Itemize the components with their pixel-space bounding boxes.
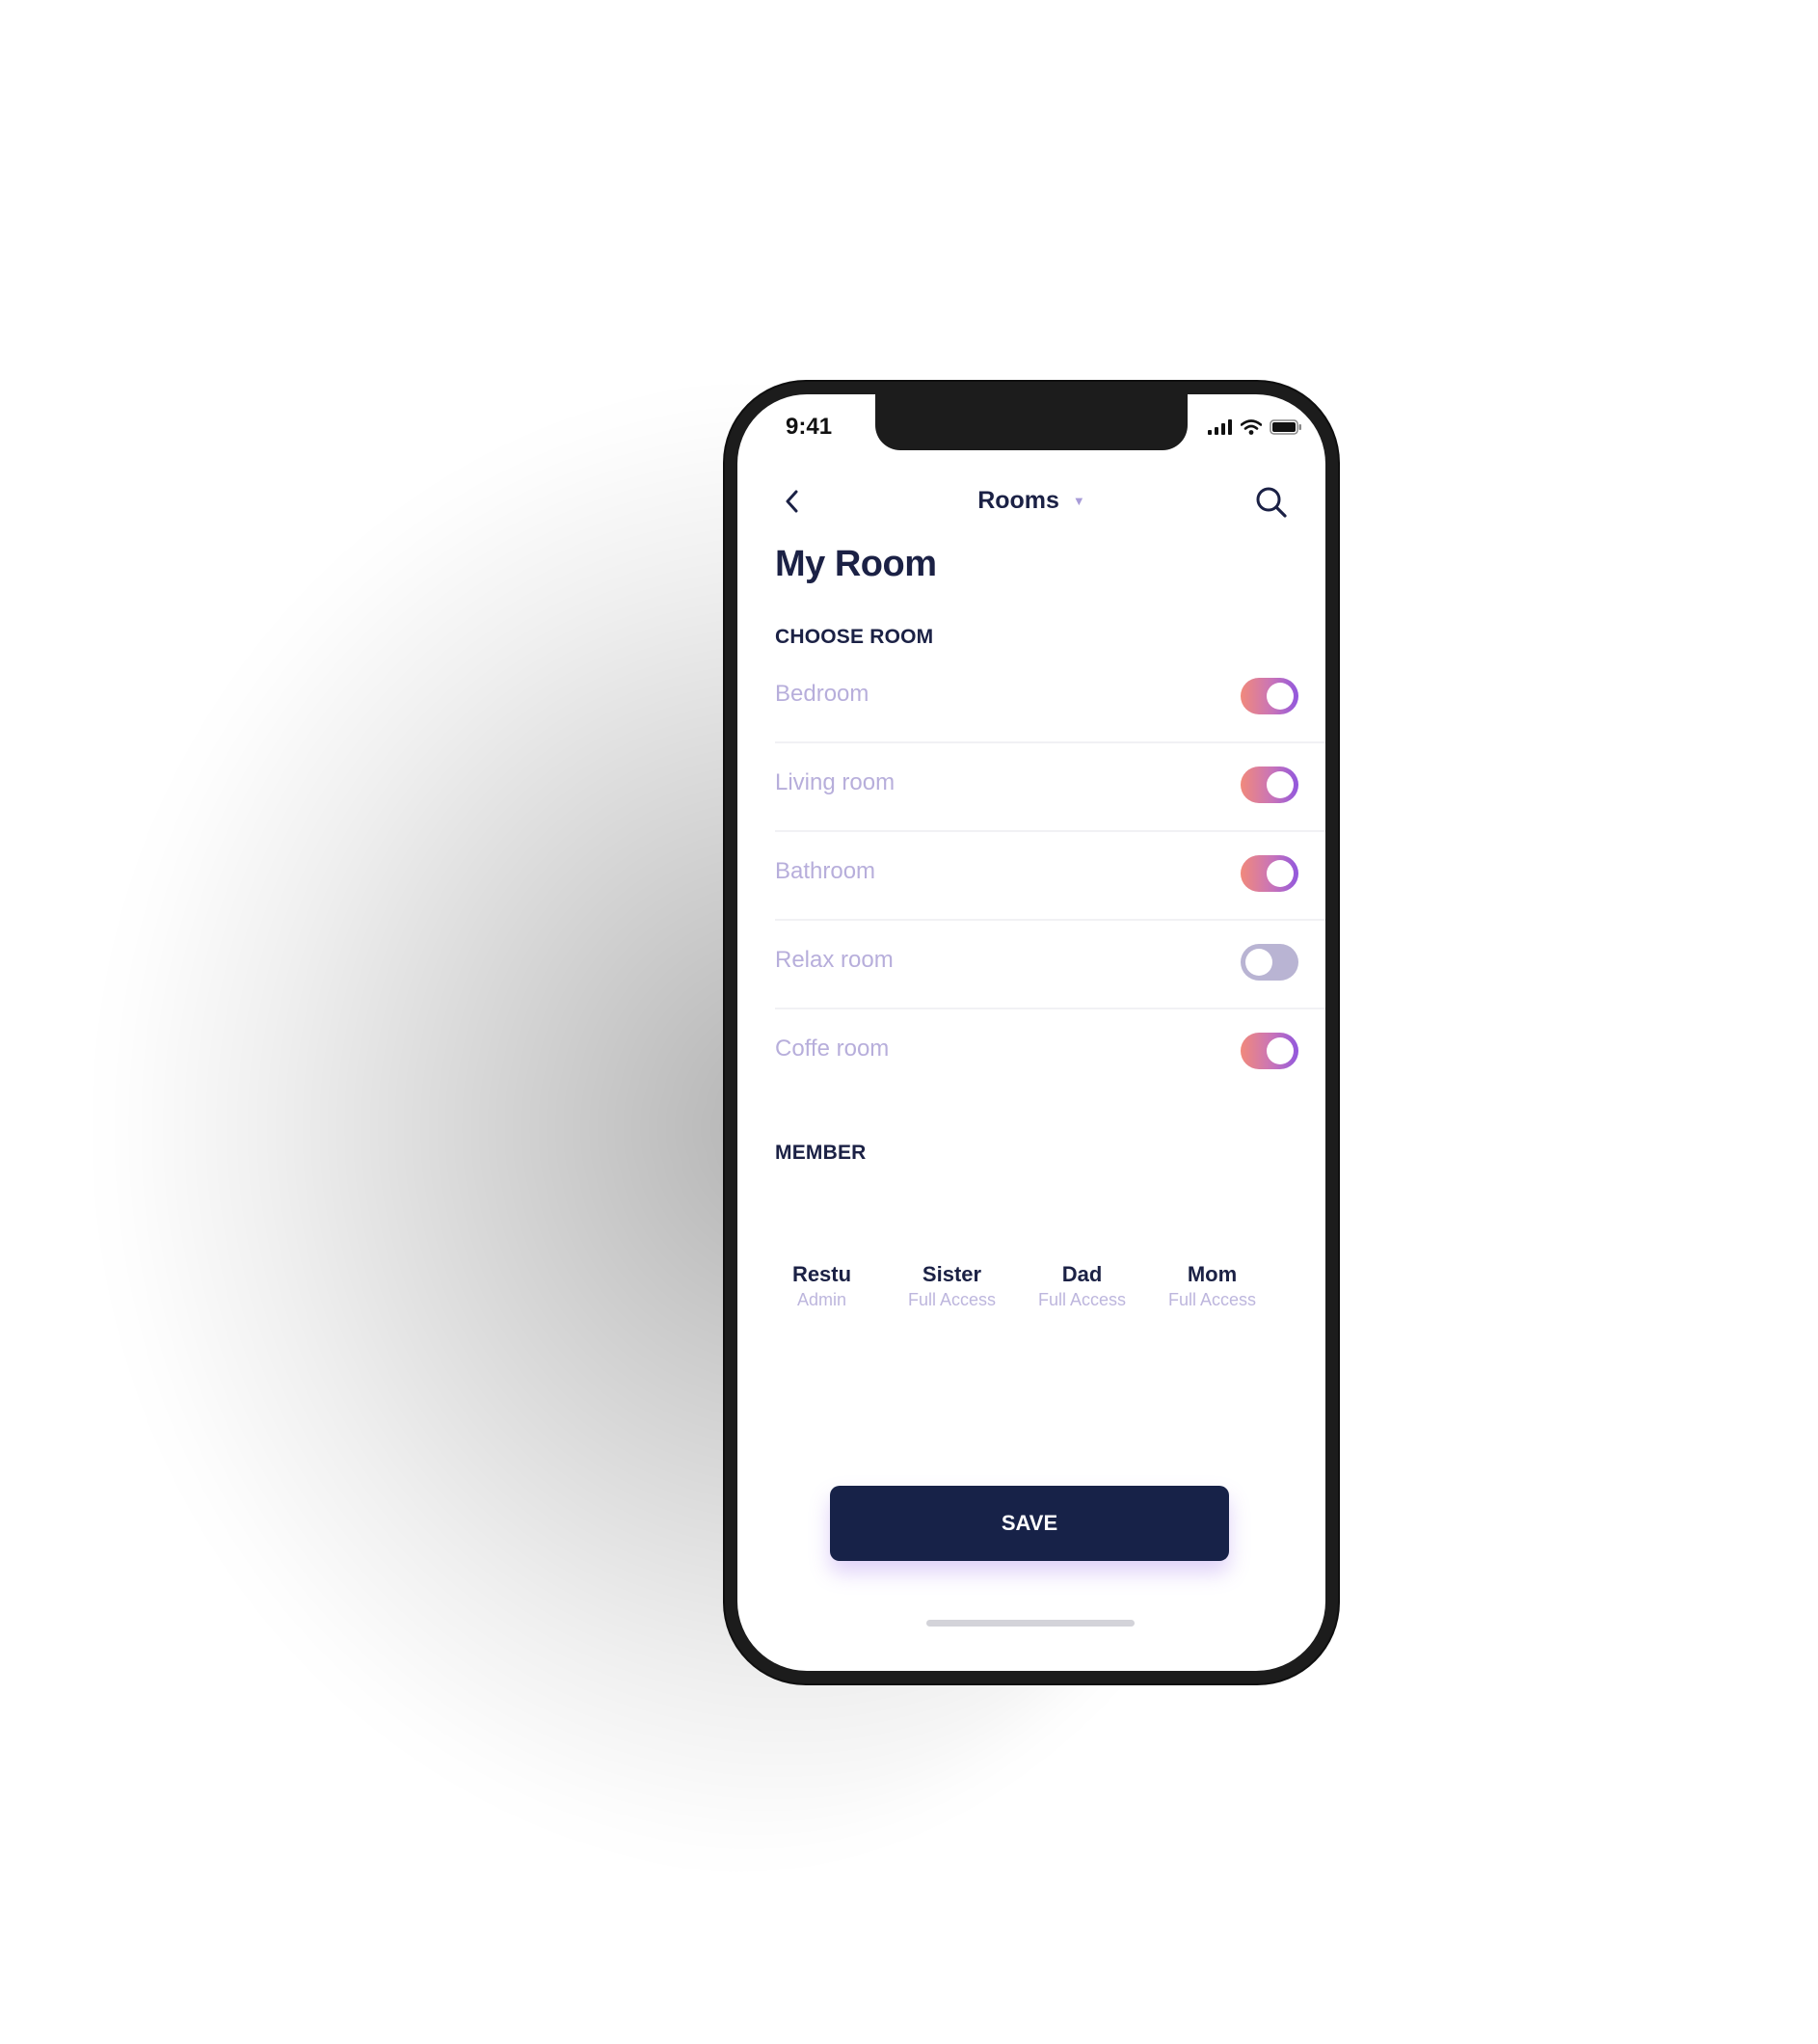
- status-time: 9:41: [786, 414, 833, 440]
- top-nav: Rooms ▼: [737, 475, 1325, 529]
- room-toggle[interactable]: [1241, 766, 1298, 803]
- member-item[interactable]: Restu Admin: [757, 1262, 887, 1310]
- member-role: Full Access: [1167, 1290, 1257, 1309]
- search-button[interactable]: [1252, 483, 1291, 522]
- member-name: Mom: [1187, 1262, 1238, 1286]
- room-label: Relax room: [775, 947, 894, 973]
- toggle-knob: [1267, 860, 1294, 887]
- room-toggle[interactable]: [1241, 1033, 1298, 1069]
- member-item[interactable]: Dad Full Access: [1017, 1262, 1147, 1310]
- room-label: Living room: [775, 769, 896, 795]
- room-row: Relax room: [775, 921, 1325, 1009]
- mockup-stage: 9:41 Rooms ▼ My Room CHOOSE ROOM Bedroom…: [0, 0, 1818, 2044]
- room-row: Living room: [775, 743, 1325, 832]
- battery-icon: [1270, 419, 1301, 435]
- signal-icon: [1208, 419, 1232, 435]
- member-heading: MEMBER: [775, 1142, 867, 1164]
- member-list: Restu Admin Sister Full Access Dad Full Acces…: [757, 1262, 1277, 1310]
- room-row: Coffe room: [775, 1009, 1325, 1096]
- rooms-dropdown-label: Rooms: [977, 487, 1059, 514]
- phone-screen: 9:41 Rooms ▼ My Room CHOOSE ROOM Bedroom…: [737, 394, 1325, 1671]
- page-title: My Room: [775, 544, 937, 584]
- member-role: Admin: [796, 1290, 847, 1309]
- member-name: Restu: [791, 1262, 852, 1286]
- room-label: Bathroom: [775, 858, 876, 884]
- phone-notch: [875, 394, 1188, 450]
- toggle-knob: [1267, 683, 1294, 710]
- wifi-icon: [1241, 419, 1262, 435]
- room-toggle[interactable]: [1241, 855, 1298, 892]
- room-row: Bedroom: [775, 655, 1325, 743]
- room-row: Bathroom: [775, 832, 1325, 921]
- search-icon: [1256, 487, 1287, 518]
- choose-room-heading: CHOOSE ROOM: [775, 626, 934, 648]
- room-toggle[interactable]: [1241, 944, 1298, 981]
- toggle-knob: [1267, 771, 1294, 798]
- phone-frame: 9:41 Rooms ▼ My Room CHOOSE ROOM Bedroom…: [725, 382, 1338, 1683]
- status-icons: [1208, 419, 1302, 435]
- member-role: Full Access: [907, 1290, 997, 1309]
- toggle-knob: [1245, 949, 1272, 976]
- dropdown-caret-icon: ▼: [1072, 494, 1085, 508]
- member-name: Dad: [1061, 1262, 1103, 1286]
- toggle-knob: [1267, 1037, 1294, 1064]
- member-name: Sister: [922, 1262, 982, 1286]
- member-item[interactable]: Sister Full Access: [887, 1262, 1017, 1310]
- save-button[interactable]: SAVE: [830, 1486, 1229, 1561]
- room-label: Coffe room: [775, 1035, 890, 1062]
- room-label: Bedroom: [775, 681, 869, 707]
- room-list: Bedroom Living room Bathroom Relax room Coff…: [775, 655, 1325, 1096]
- member-role: Full Access: [1037, 1290, 1127, 1309]
- member-item[interactable]: Mom Full Access: [1147, 1262, 1277, 1310]
- home-indicator: [926, 1620, 1135, 1627]
- rooms-dropdown[interactable]: Rooms ▼: [737, 487, 1325, 515]
- room-toggle[interactable]: [1241, 678, 1298, 714]
